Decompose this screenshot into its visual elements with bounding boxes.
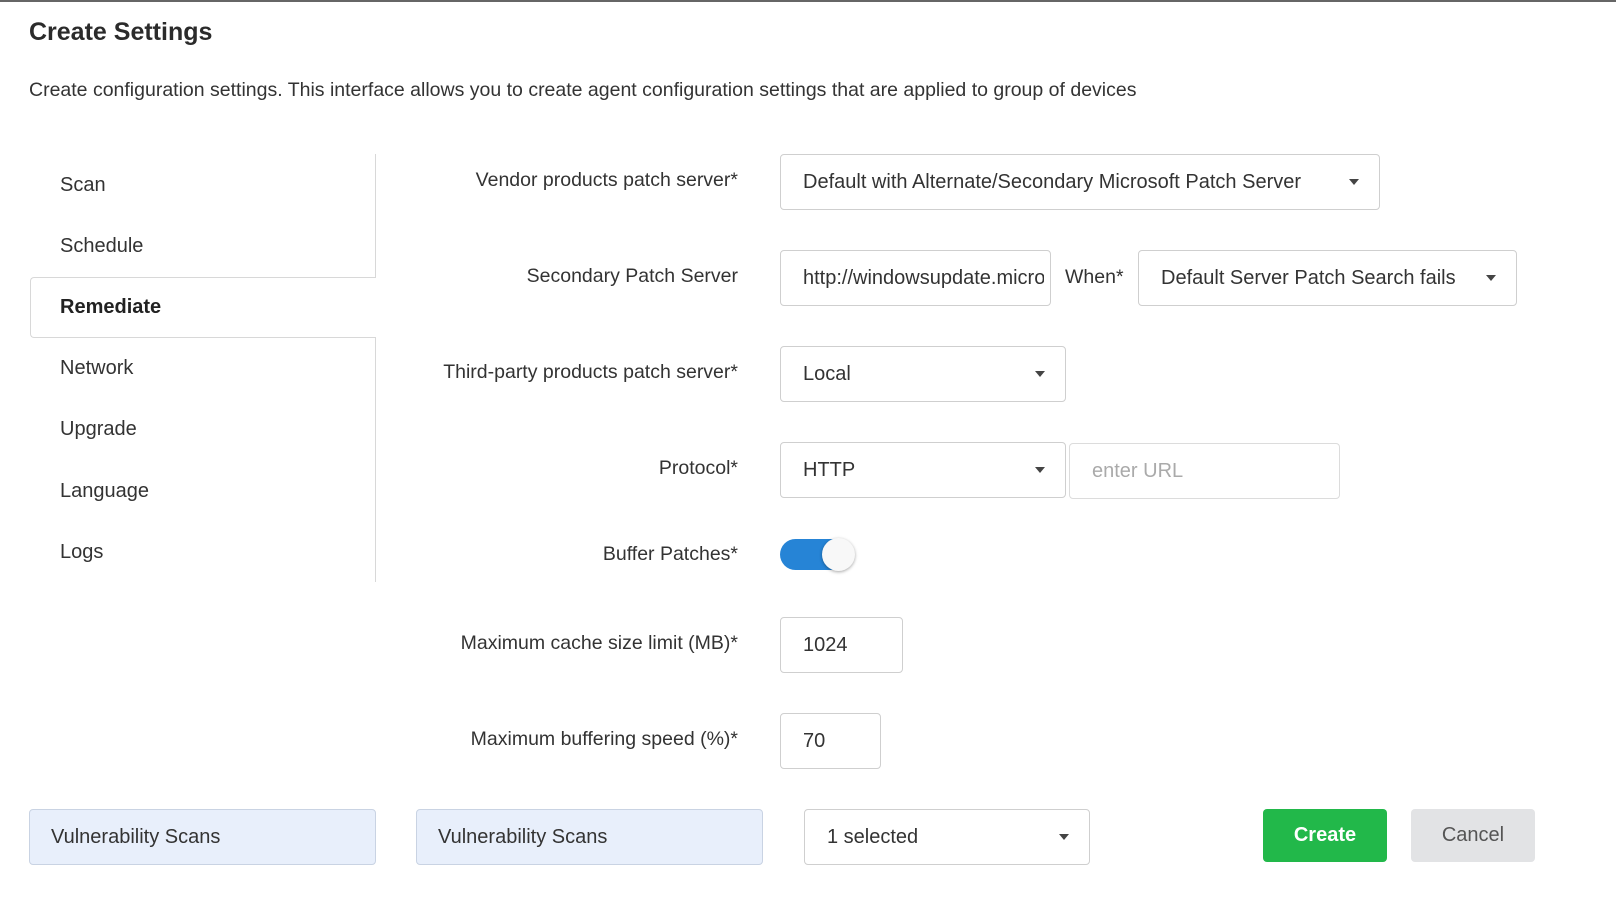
buffer-patches-toggle[interactable] [780,538,855,571]
sidebar-item-remediate[interactable]: Remediate [30,277,376,338]
multi-select-value: 1 selected [827,826,919,848]
third-party-patch-server-value: Local [803,363,851,385]
vendor-patch-server-value: Default with Alternate/Secondary Microso… [803,171,1302,193]
sidebar-item-scan[interactable]: Scan [30,155,376,216]
vulnerability-scans-chip-2[interactable]: Vulnerability Scans [416,809,763,865]
protocol-select[interactable]: HTTP [780,442,1066,498]
chevron-down-icon [1059,834,1069,840]
secondary-patch-server-label: Secondary Patch Server [526,265,738,287]
settings-sidebar: Scan Schedule Remediate Network Upgrade … [30,154,376,582]
secondary-patch-server-field[interactable] [780,250,1051,306]
sidebar-item-schedule[interactable]: Schedule [30,216,376,277]
secondary-patch-server-input[interactable] [803,251,1044,305]
chevron-down-icon [1035,467,1045,473]
url-field[interactable] [1069,443,1340,499]
when-condition-select[interactable]: Default Server Patch Search fails [1138,250,1517,306]
third-party-patch-server-select[interactable]: Local [780,346,1066,402]
buffer-patches-label: Buffer Patches* [602,543,738,565]
sidebar-item-upgrade[interactable]: Upgrade [30,399,376,460]
max-cache-size-input[interactable] [803,618,902,672]
toggle-knob [822,538,855,571]
when-condition-value: Default Server Patch Search fails [1161,267,1456,289]
max-buffering-speed-input[interactable] [803,714,880,768]
multi-select-dropdown[interactable]: 1 selected [804,809,1090,865]
create-button[interactable]: Create [1263,809,1387,862]
page-description: Create configuration settings. This inte… [29,79,1137,101]
max-cache-size-field[interactable] [780,617,903,673]
chevron-down-icon [1349,179,1359,185]
sidebar-item-language[interactable]: Language [30,461,376,522]
protocol-label: Protocol* [658,457,738,479]
protocol-value: HTTP [803,459,856,481]
cancel-button[interactable]: Cancel [1411,809,1535,862]
chevron-down-icon [1035,371,1045,377]
max-buffering-speed-label: Maximum buffering speed (%)* [470,728,738,750]
sidebar-item-logs[interactable]: Logs [30,522,376,583]
third-party-patch-server-label: Third-party products patch server* [443,361,738,383]
when-label: When* [1065,266,1124,288]
vendor-patch-server-select[interactable]: Default with Alternate/Secondary Microso… [780,154,1380,210]
max-buffering-speed-field[interactable] [780,713,881,769]
vulnerability-scans-chip[interactable]: Vulnerability Scans [29,809,376,865]
url-input[interactable] [1092,444,1339,498]
chevron-down-icon [1486,275,1496,281]
page-title: Create Settings [29,18,213,46]
sidebar-item-network[interactable]: Network [30,338,376,399]
max-cache-size-label: Maximum cache size limit (MB)* [460,632,738,654]
vendor-patch-server-label: Vendor products patch server* [475,169,738,191]
